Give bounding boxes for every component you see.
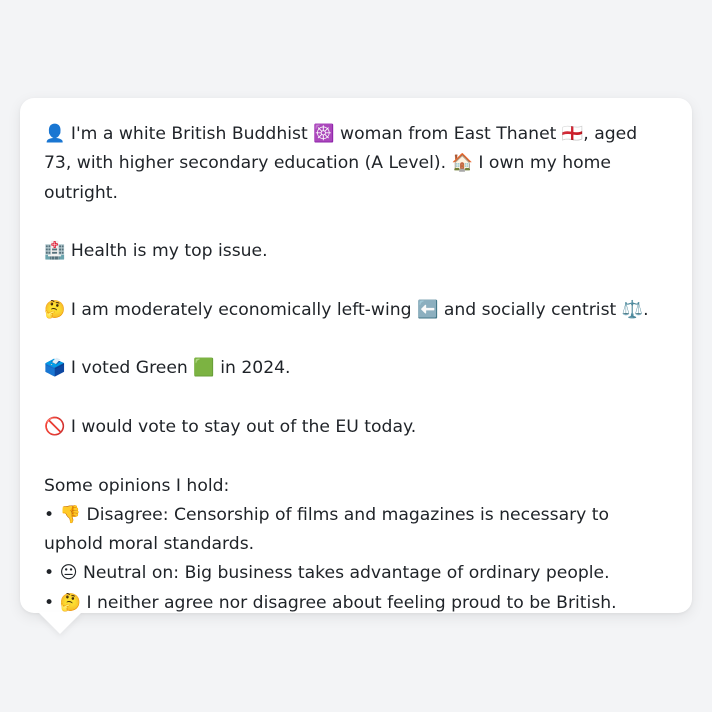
opinion-text: Neutral on: Big business takes advantage… — [83, 563, 610, 584]
dharma-wheel-icon: ☸️ — [313, 124, 335, 144]
green-square-icon: 🟩 — [193, 358, 215, 379]
england-flag-icon: 🏴󠁧󠁢󠁥󠁮󠁧󠁿 — [561, 124, 584, 144]
list-item: • 🤔 I neither agree nor disagree about f… — [44, 589, 668, 618]
list-item: • 😐 Neutral on: Big business takes advan… — [44, 559, 668, 588]
ideology-paragraph: 🤔 I am moderately economically left-wing… — [44, 296, 668, 325]
vote-paragraph: 🗳️ I voted Green 🟩 in 2024. — [44, 354, 668, 383]
opinions-heading: Some opinions I hold: — [44, 475, 230, 496]
bullet-dot: • — [44, 563, 55, 584]
top-issue-text: Health is my top issue. — [70, 241, 268, 262]
ideology-text-a: I am moderately economically left-wing — [70, 299, 412, 320]
ballot-box-icon: 🗳️ — [44, 358, 66, 379]
person-icon: 👤 — [44, 124, 66, 144]
vote-text-a: I voted Green — [70, 358, 188, 379]
house-icon: 🏠 — [451, 153, 473, 174]
bubble-tail — [38, 612, 82, 634]
top-issue-paragraph: 🏥 Health is my top issue. — [44, 237, 668, 266]
no-entry-icon: 🚫 — [44, 416, 66, 437]
chat-message-bubble: 👤 I'm a white British Buddhist ☸️ woman … — [20, 98, 692, 613]
opinions-list: • 👎 Disagree: Censorship of films and ma… — [44, 501, 668, 618]
eu-text: I would vote to stay out of the EU today… — [70, 416, 417, 437]
ideology-text-c: . — [643, 299, 649, 320]
thumbs-down-icon: 👎 — [59, 504, 82, 525]
bullet-dot: • — [44, 504, 55, 525]
ideology-text-b: and socially centrist — [443, 299, 617, 320]
left-arrow-icon: ⬅️ — [417, 299, 439, 320]
vote-text-b: in 2024. — [220, 358, 291, 379]
balance-scale-icon: ⚖️ — [621, 299, 644, 320]
profile-text-b: woman from East Thanet — [340, 124, 557, 144]
list-item: • 👎 Disagree: Censorship of films and ma… — [44, 501, 668, 560]
eu-paragraph: 🚫 I would vote to stay out of the EU tod… — [44, 413, 668, 442]
hospital-icon: 🏥 — [44, 241, 66, 262]
neutral-face-icon: 😐 — [59, 563, 78, 584]
thinking-face-icon: 🤔 — [44, 299, 66, 320]
opinion-text: I neither agree nor disagree about feeli… — [86, 592, 617, 613]
profile-paragraph: 👤 I'm a white British Buddhist ☸️ woman … — [44, 120, 668, 208]
profile-text-a: I'm a white British Buddhist — [70, 124, 308, 144]
bullet-dot: • — [44, 592, 55, 613]
opinion-text: Disagree: Censorship of films and magazi… — [44, 504, 610, 555]
